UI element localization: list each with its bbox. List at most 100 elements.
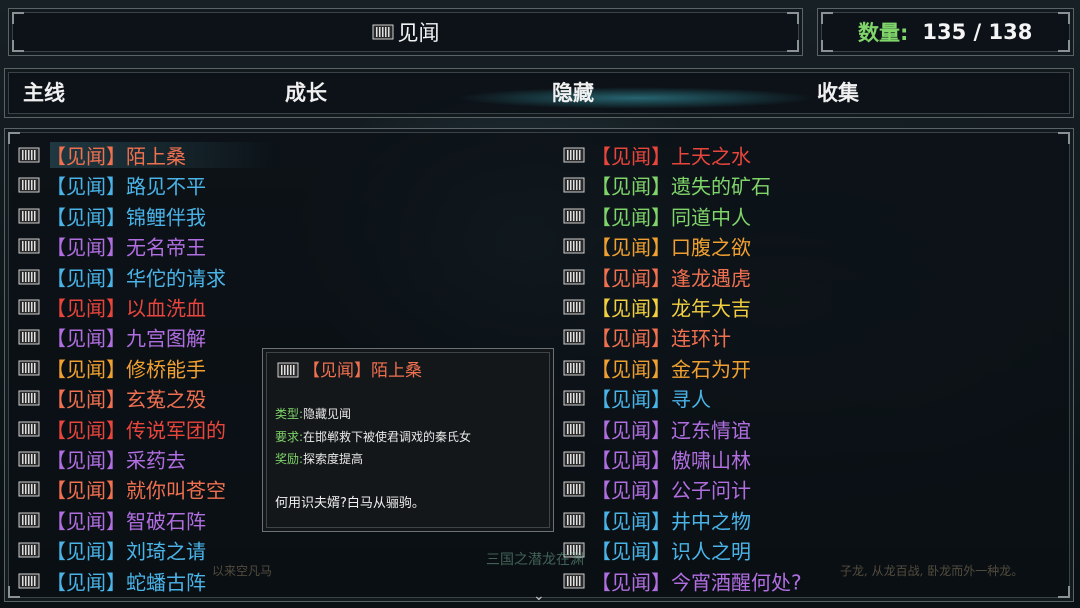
tooltip-flavor-text: 何用识夫婿?白马从骊驹。 [275, 496, 425, 511]
entry-item[interactable]: 【见闻】连环计 [563, 322, 731, 352]
scroll-book-icon [563, 299, 585, 315]
scroll-book-icon [563, 573, 585, 589]
entry-prefix: 【见闻】 [591, 266, 671, 291]
count-panel: 数量: 135 / 138 [817, 8, 1074, 56]
entry-item[interactable]: 【见闻】玄菟之殁 [18, 383, 206, 413]
entry-prefix: 【见闻】 [591, 570, 671, 595]
page-title: 见闻 [397, 21, 440, 45]
scroll-book-icon [18, 451, 40, 467]
entry-item[interactable]: 【见闻】同道中人 [563, 201, 751, 231]
entry-item[interactable]: 【见闻】识人之明 [563, 535, 751, 565]
scroll-book-icon [277, 362, 299, 377]
entry-item[interactable]: 【见闻】以血洗血 [18, 292, 206, 322]
entry-name: 辽东情谊 [671, 418, 751, 443]
count-value: 135 / 138 [922, 20, 1033, 44]
entry-name: 逢龙遇虎 [671, 266, 751, 291]
entry-name: 今宵酒醒何处? [671, 570, 802, 595]
scroll-book-icon [18, 177, 40, 193]
entry-item[interactable]: 【见闻】路见不平 [18, 170, 206, 200]
entry-prefix: 【见闻】 [46, 539, 126, 564]
scroll-book-icon [18, 329, 40, 345]
scroll-down-icon[interactable]: ⌄ [533, 588, 545, 604]
entry-item[interactable]: 【见闻】修桥能手 [18, 353, 206, 383]
entry-item[interactable]: 【见闻】锦鲤伴我 [18, 201, 206, 231]
entry-name: 无名帝王 [126, 235, 206, 260]
scroll-book-icon [18, 147, 40, 163]
scroll-book-icon [563, 208, 585, 224]
game-watermark-title: 三国之潜龙在渊 [486, 552, 584, 568]
tooltip-type-value: 隐藏见闻 [303, 407, 352, 421]
entry-tooltip: 【见闻】陌上桑 类型:隐藏见闻 要求:在邯郸救下被使君调戏的秦氏女 奖励:探索度… [262, 348, 554, 532]
active-tab-glow [457, 87, 817, 109]
entry-name: 识人之明 [671, 539, 751, 564]
tab-growth[interactable]: 成长 [285, 69, 327, 117]
entry-prefix: 【见闻】 [46, 357, 126, 382]
tooltip-reward-key: 奖励: [275, 452, 304, 466]
entry-item[interactable]: 【见闻】逢龙遇虎 [563, 262, 751, 292]
scroll-book-icon [563, 421, 585, 437]
tab-collect[interactable]: 收集 [817, 69, 859, 117]
scroll-book-icon [563, 481, 585, 497]
tooltip-type-row: 类型:隐藏见闻 [275, 405, 351, 423]
tooltip-requirement-row: 要求:在邯郸救下被使君调戏的秦氏女 [275, 428, 471, 446]
scroll-book-icon [563, 390, 585, 406]
entry-item[interactable]: 【见闻】遗失的矿石 [563, 170, 771, 200]
entry-name: 采药去 [126, 448, 186, 473]
entry-item[interactable]: 【见闻】刘琦之请 [18, 535, 206, 565]
entry-item[interactable]: 【见闻】寻人 [563, 383, 711, 413]
entry-name: 龙年大吉 [671, 296, 751, 321]
scroll-book-icon [563, 177, 585, 193]
entry-item[interactable]: 【见闻】陌上桑 [18, 140, 186, 170]
scroll-book-icon [563, 360, 585, 376]
entry-item[interactable]: 【见闻】上天之水 [563, 140, 751, 170]
entry-name: 金石为开 [671, 357, 751, 382]
entry-item[interactable]: 【见闻】采药去 [18, 444, 186, 474]
scroll-book-icon [563, 238, 585, 254]
entry-name: 口腹之欲 [671, 235, 751, 260]
entry-prefix: 【见闻】 [46, 174, 126, 199]
scroll-book-icon [18, 512, 40, 528]
entry-item[interactable]: 【见闻】华佗的请求 [18, 262, 226, 292]
entry-item[interactable]: 【见闻】就你叫苍空 [18, 474, 226, 504]
tab-bar: 主线 成长 隐藏 收集 [4, 68, 1074, 118]
tab-main[interactable]: 主线 [23, 69, 65, 117]
entry-item[interactable]: 【见闻】今宵酒醒何处? [563, 566, 802, 596]
entry-prefix: 【见闻】 [46, 296, 126, 321]
entry-name: 传说军团的 [126, 418, 226, 443]
entry-prefix: 【见闻】 [46, 144, 126, 169]
entry-item[interactable]: 【见闻】井中之物 [563, 505, 751, 535]
entry-item[interactable]: 【见闻】龙年大吉 [563, 292, 751, 322]
entry-prefix: 【见闻】 [591, 205, 671, 230]
tab-hidden[interactable]: 隐藏 [552, 69, 594, 117]
entry-name: 修桥能手 [126, 357, 206, 382]
scroll-book-icon [18, 299, 40, 315]
entry-prefix: 【见闻】 [46, 570, 126, 595]
entry-prefix: 【见闻】 [591, 174, 671, 199]
entry-name: 华佗的请求 [126, 266, 226, 291]
entry-prefix: 【见闻】 [46, 266, 126, 291]
entry-item[interactable]: 【见闻】传说军团的 [18, 414, 226, 444]
entry-name: 同道中人 [671, 205, 751, 230]
entry-prefix: 【见闻】 [46, 235, 126, 260]
scroll-book-icon [18, 238, 40, 254]
entry-prefix: 【见闻】 [46, 205, 126, 230]
bottom-scroll-text-left: 以来空凡马 [212, 564, 273, 578]
tooltip-requirement-key: 要求: [275, 430, 304, 444]
scroll-book-icon [18, 269, 40, 285]
tooltip-title: 【见闻】陌上桑 [277, 357, 422, 385]
entry-item[interactable]: 【见闻】口腹之欲 [563, 231, 751, 261]
entry-item[interactable]: 【见闻】金石为开 [563, 353, 751, 383]
tooltip-requirement-value: 在邯郸救下被使君调戏的秦氏女 [303, 430, 472, 444]
entry-item[interactable]: 【见闻】无名帝王 [18, 231, 206, 261]
entry-item[interactable]: 【见闻】辽东情谊 [563, 414, 751, 444]
entry-prefix: 【见闻】 [591, 509, 671, 534]
entry-prefix: 【见闻】 [46, 326, 126, 351]
scroll-book-icon [563, 269, 585, 285]
entry-item[interactable]: 【见闻】公子问计 [563, 474, 751, 504]
entry-item[interactable]: 【见闻】智破石阵 [18, 505, 206, 535]
entry-item[interactable]: 【见闻】蛇蟠古阵 [18, 566, 206, 596]
entry-item[interactable]: 【见闻】九宫图解 [18, 322, 206, 352]
entry-prefix: 【见闻】 [591, 387, 671, 412]
entry-prefix: 【见闻】 [591, 539, 671, 564]
entry-item[interactable]: 【见闻】傲啸山林 [563, 444, 751, 474]
